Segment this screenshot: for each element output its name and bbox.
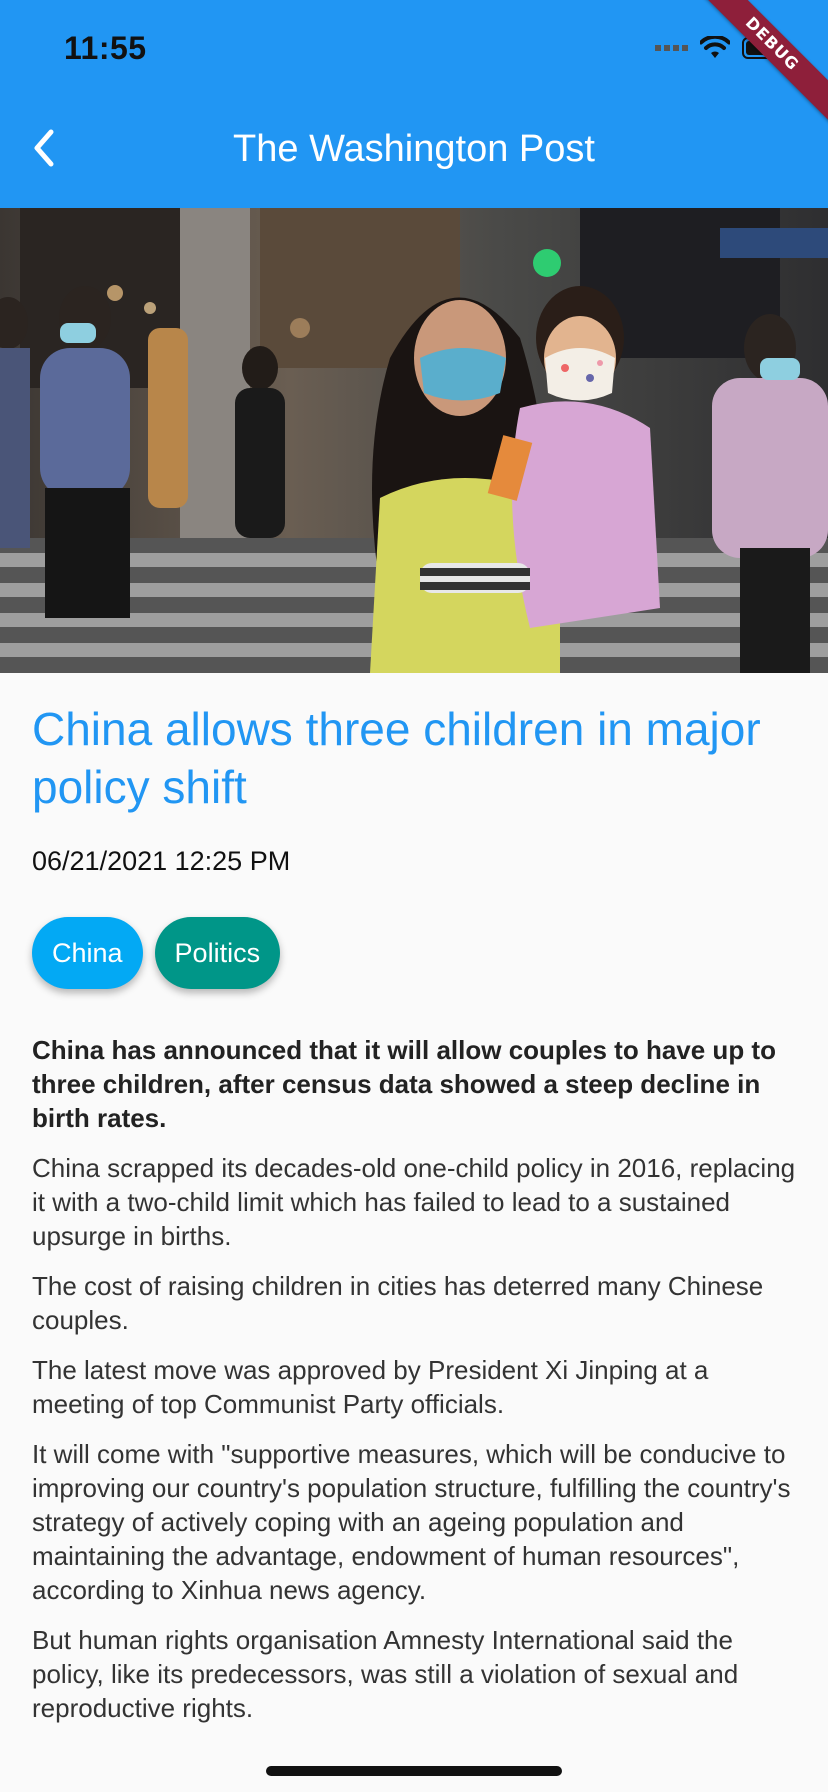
cellular-signal-icon bbox=[655, 45, 688, 51]
article-image bbox=[0, 208, 828, 673]
tag-list: China Politics bbox=[32, 917, 802, 989]
article-content: China allows three children in major pol… bbox=[32, 700, 802, 1725]
app-title: The Washington Post bbox=[233, 128, 595, 170]
article-headline: China allows three children in major pol… bbox=[32, 703, 761, 813]
app-bar: 11:55 DEBUG The Washington Post bbox=[0, 0, 828, 208]
tag-chip-china[interactable]: China bbox=[32, 917, 143, 989]
article-paragraph: But human rights organisation Amnesty In… bbox=[32, 1625, 739, 1723]
article-paragraph: The latest move was approved by Presiden… bbox=[32, 1355, 709, 1419]
debug-banner: DEBUG bbox=[691, 0, 828, 125]
article-date: 06/21/2021 12:25 PM bbox=[32, 846, 291, 876]
home-indicator[interactable] bbox=[266, 1766, 562, 1776]
article-paragraph: China scrapped its decades-old one-child… bbox=[32, 1153, 796, 1251]
wifi-icon bbox=[700, 36, 730, 60]
tag-chip-politics[interactable]: Politics bbox=[154, 917, 281, 989]
status-time: 11:55 bbox=[64, 30, 147, 66]
article-paragraph: It will come with "supportive measures, … bbox=[32, 1439, 791, 1605]
article-paragraph: The cost of raising children in cities h… bbox=[32, 1271, 764, 1335]
article-lead: China has announced that it will allow c… bbox=[32, 1035, 776, 1133]
